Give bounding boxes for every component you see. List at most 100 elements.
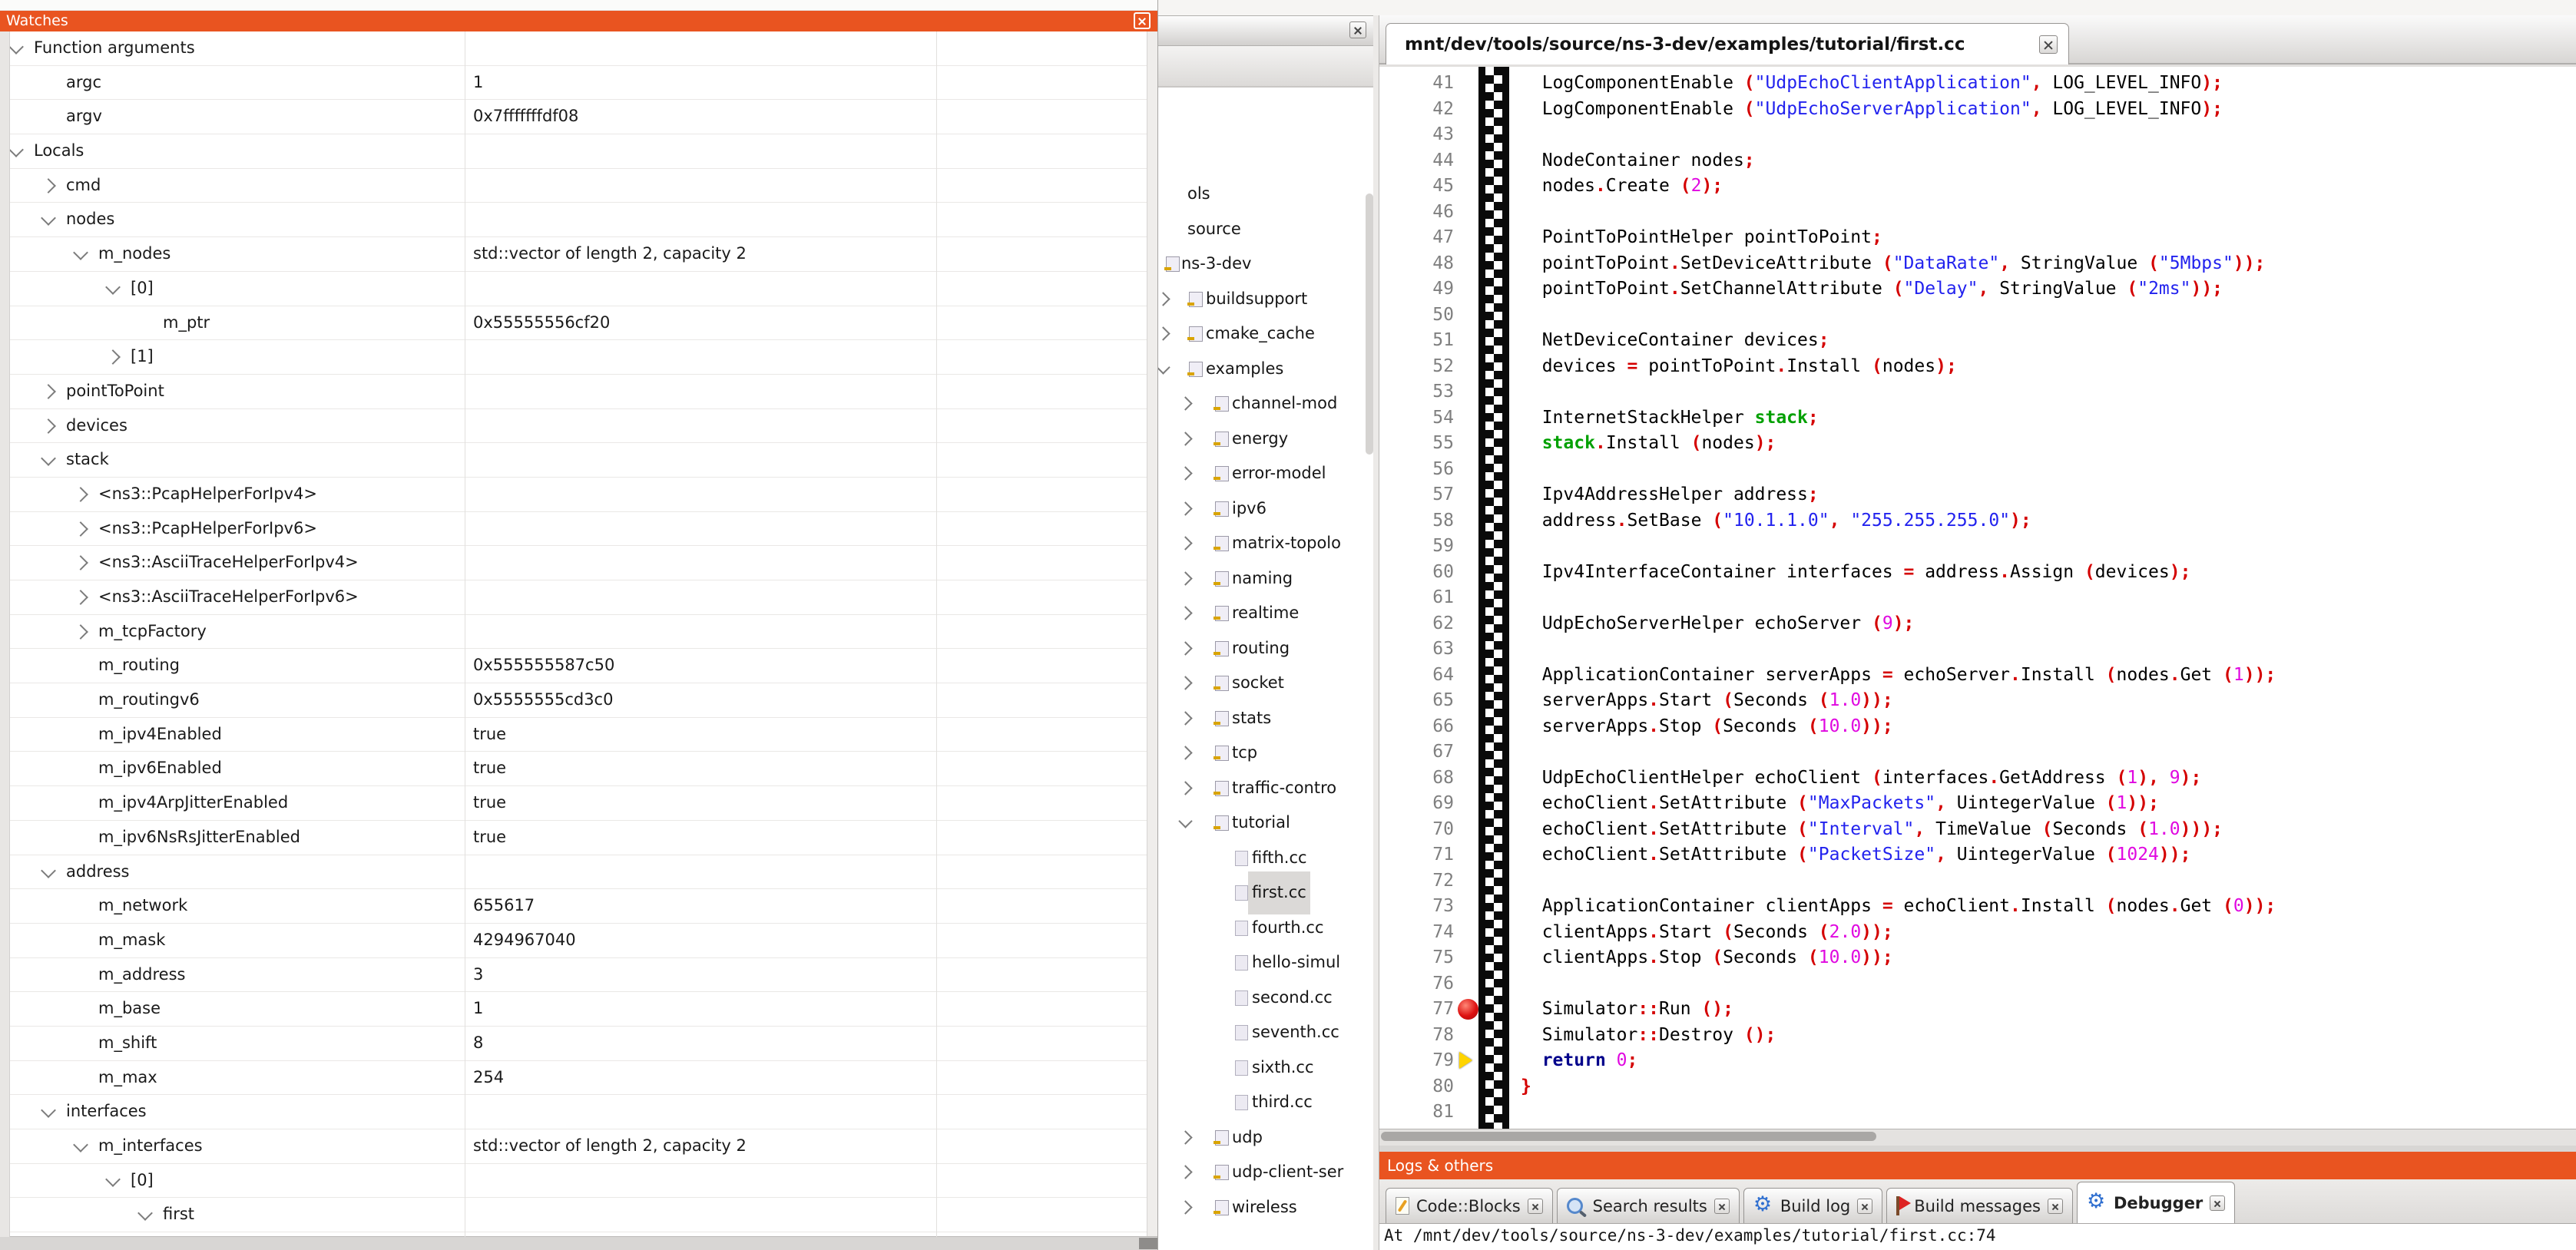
chevron-right-icon[interactable] xyxy=(1156,292,1170,306)
chevron-right-icon[interactable] xyxy=(73,555,88,570)
logs-tab-build-log[interactable]: Build log xyxy=(1743,1188,1882,1223)
chevron-down-icon[interactable] xyxy=(137,1205,153,1221)
watch-row[interactable]: m_ptr0x55555556cf20 xyxy=(0,306,1147,341)
watch-row[interactable]: m_routing0x555555587c50 xyxy=(0,649,1147,683)
watch-row[interactable]: pointToPoint xyxy=(0,375,1147,409)
watch-row[interactable]: m_max254 xyxy=(0,1061,1147,1096)
tree-item-error-model[interactable]: error-model xyxy=(1154,456,1372,491)
chevron-down-icon[interactable] xyxy=(41,211,56,227)
close-icon[interactable] xyxy=(1714,1199,1730,1214)
breakpoint-icon[interactable] xyxy=(1458,999,1478,1020)
code-line[interactable]: 71 echoClient.SetAttribute ("PacketSize"… xyxy=(1521,842,2576,868)
watches-horizontal-scrollbar[interactable] xyxy=(0,1236,1157,1250)
chevron-right-icon[interactable] xyxy=(1178,396,1192,410)
tree-item-udp[interactable]: udp xyxy=(1154,1120,1372,1156)
editor-horizontal-scrollbar[interactable] xyxy=(1379,1129,2576,1146)
chevron-right-icon[interactable] xyxy=(1178,466,1192,480)
chevron-right-icon[interactable] xyxy=(1156,326,1170,340)
chevron-right-icon[interactable] xyxy=(1178,781,1192,795)
watch-row[interactable]: <ns3::PcapHelperForIpv4> xyxy=(0,478,1147,512)
tree-item-hello-simul[interactable]: hello-simul xyxy=(1154,945,1372,980)
watch-row[interactable]: interfaces xyxy=(0,1095,1147,1129)
tree-item-socket[interactable]: socket xyxy=(1154,666,1372,701)
tree-item-cmake-cache[interactable]: cmake_cache xyxy=(1154,316,1372,352)
tree-item-buildsupport[interactable]: buildsupport xyxy=(1154,282,1372,317)
chevron-down-icon[interactable] xyxy=(8,39,24,55)
watch-row[interactable]: devices xyxy=(0,409,1147,444)
chevron-down-icon[interactable] xyxy=(73,1137,88,1152)
watch-row[interactable]: Locals xyxy=(0,134,1147,169)
tree-item-tcp[interactable]: tcp xyxy=(1154,736,1372,771)
watch-row[interactable]: [1] xyxy=(0,340,1147,375)
chevron-right-icon[interactable] xyxy=(41,178,56,193)
code-line[interactable]: 65 serverApps.Start (Seconds (1.0)); xyxy=(1521,688,2576,714)
code-line[interactable]: 73 ApplicationContainer clientApps = ech… xyxy=(1521,894,2576,920)
code-line[interactable]: 42 LogComponentEnable ("UdpEchoServerApp… xyxy=(1521,97,2576,123)
code-line[interactable]: 47 PointToPointHelper pointToPoint; xyxy=(1521,225,2576,251)
tree-item-channel-mod[interactable]: channel-mod xyxy=(1154,386,1372,422)
tree-item-source[interactable]: source xyxy=(1154,212,1372,247)
close-icon[interactable] xyxy=(1349,21,1366,38)
chevron-right-icon[interactable] xyxy=(105,349,121,365)
close-icon[interactable] xyxy=(1134,12,1151,29)
tree-item-ns-3-dev[interactable]: ns-3-dev xyxy=(1154,246,1372,282)
close-icon[interactable] xyxy=(2048,1199,2063,1214)
tree-item-sixth-cc[interactable]: sixth.cc xyxy=(1154,1050,1372,1086)
code-line[interactable]: 76 xyxy=(1521,971,2576,997)
chevron-right-icon[interactable] xyxy=(73,624,88,640)
code-line[interactable]: 51 NetDeviceContainer devices; xyxy=(1521,328,2576,354)
code-line[interactable]: 41 LogComponentEnable ("UdpEchoClientApp… xyxy=(1521,71,2576,97)
tree-item-first-cc[interactable]: first.cc xyxy=(1154,875,1372,911)
code-line[interactable]: 54 InternetStackHelper stack; xyxy=(1521,405,2576,432)
watch-row[interactable]: <ns3::AsciiTraceHelperForIpv6> xyxy=(0,580,1147,615)
code-line[interactable]: 77 Simulator::Run (); xyxy=(1521,997,2576,1023)
watches-titlebar[interactable]: Watches xyxy=(0,11,1157,31)
tree-item-examples[interactable]: examples xyxy=(1154,352,1372,387)
code-line[interactable]: 64 ApplicationContainer serverApps = ech… xyxy=(1521,663,2576,689)
code-line[interactable]: 53 xyxy=(1521,379,2576,405)
watch-row[interactable]: m_routingv60x5555555cd3c0 xyxy=(0,683,1147,718)
logs-tab-code-blocks[interactable]: Code::Blocks xyxy=(1386,1188,1553,1223)
watch-row[interactable]: argc1 xyxy=(0,66,1147,101)
code-line[interactable]: 58 address.SetBase ("10.1.1.0", "255.255… xyxy=(1521,508,2576,534)
code-line[interactable]: 68 UdpEchoClientHelper echoClient (inter… xyxy=(1521,766,2576,792)
tree-item-ols[interactable]: ols xyxy=(1154,177,1372,212)
chevron-right-icon[interactable] xyxy=(1178,571,1192,585)
watch-row[interactable]: m_interfacesstd::vector of length 2, cap… xyxy=(0,1129,1147,1164)
code-line[interactable]: 59 xyxy=(1521,534,2576,560)
tree-item-stats[interactable]: stats xyxy=(1154,701,1372,736)
watch-row[interactable]: m_base1 xyxy=(0,992,1147,1027)
code-line[interactable]: 63 xyxy=(1521,637,2576,663)
scrollbar-thumb[interactable] xyxy=(1381,1132,1876,1141)
code-line[interactable]: 75 clientApps.Stop (Seconds (10.0)); xyxy=(1521,945,2576,971)
chevron-right-icon[interactable] xyxy=(1178,1165,1192,1179)
tree-item-ipv6[interactable]: ipv6 xyxy=(1154,491,1372,527)
tree-scrollbar-thumb[interactable] xyxy=(1366,193,1373,455)
watch-row[interactable]: stack xyxy=(0,443,1147,478)
chevron-right-icon[interactable] xyxy=(41,418,56,434)
watch-row[interactable]: m_mask4294967040 xyxy=(0,924,1147,958)
chevron-down-icon[interactable] xyxy=(105,1172,121,1187)
chevron-right-icon[interactable] xyxy=(1178,606,1192,620)
chevron-right-icon[interactable] xyxy=(73,521,88,537)
chevron-right-icon[interactable] xyxy=(1178,1200,1192,1214)
tree-item-third-cc[interactable]: third.cc xyxy=(1154,1085,1372,1120)
chevron-right-icon[interactable] xyxy=(1178,432,1192,445)
watch-row[interactable]: nodes xyxy=(0,203,1147,237)
code-line[interactable]: 61 xyxy=(1521,585,2576,611)
tree-item-udp-client-ser[interactable]: udp-client-ser xyxy=(1154,1155,1372,1190)
code-line[interactable]: 62 UdpEchoServerHelper echoServer (9); xyxy=(1521,611,2576,637)
chevron-right-icon[interactable] xyxy=(1178,676,1192,689)
watches-vertical-scrollbar[interactable] xyxy=(1147,31,1157,1237)
chevron-right-icon[interactable] xyxy=(1178,711,1192,725)
code-line[interactable]: 57 Ipv4AddressHelper address; xyxy=(1521,482,2576,508)
code-line[interactable]: 44 NodeContainer nodes; xyxy=(1521,148,2576,174)
panel-splitter[interactable] xyxy=(1373,15,1379,1250)
code-line[interactable]: 66 serverApps.Stop (Seconds (10.0)); xyxy=(1521,714,2576,740)
watch-row[interactable]: m_address3 xyxy=(0,958,1147,993)
watch-row[interactable]: m_tcpFactory xyxy=(0,615,1147,650)
code-line[interactable]: 69 echoClient.SetAttribute ("MaxPackets"… xyxy=(1521,791,2576,817)
code-line[interactable]: 49 pointToPoint.SetChannelAttribute ("De… xyxy=(1521,276,2576,303)
chevron-down-icon[interactable] xyxy=(73,245,88,260)
code-line[interactable]: 50 xyxy=(1521,303,2576,329)
